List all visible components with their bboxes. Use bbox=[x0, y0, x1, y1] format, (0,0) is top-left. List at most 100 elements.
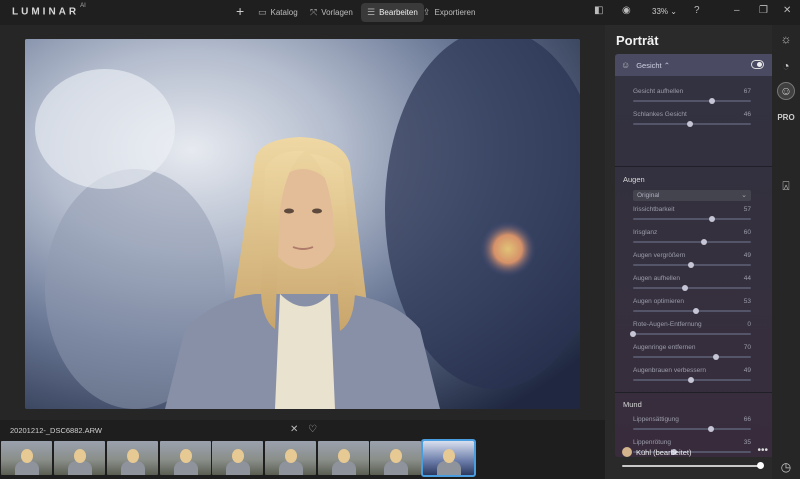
slider-row[interactable]: Rote-Augen-Entfernung 0 bbox=[630, 321, 751, 337]
slider-row[interactable]: Irissichtbarkeit 57 bbox=[633, 206, 751, 222]
slider-knob[interactable] bbox=[686, 121, 693, 127]
slider-value: 57 bbox=[743, 206, 751, 213]
templates-icon: ⤧ bbox=[310, 7, 318, 17]
slider-label: Augen aufhellen bbox=[633, 275, 680, 282]
panel-title: Porträt bbox=[616, 33, 659, 48]
slider-value: 46 bbox=[743, 111, 751, 118]
slider-track[interactable] bbox=[633, 356, 751, 358]
slider-track[interactable] bbox=[633, 241, 751, 243]
slider-value: 70 bbox=[743, 344, 751, 351]
chevron-down-icon: ⌄ bbox=[741, 192, 747, 199]
slider-row[interactable]: Augen aufhellen 44 bbox=[633, 275, 751, 291]
tool-name: Gesicht ⌃ bbox=[636, 60, 671, 70]
pro-tools-icon[interactable]: PRO bbox=[777, 108, 795, 126]
slider-knob[interactable] bbox=[681, 285, 688, 291]
filmstrip-thumbnail[interactable] bbox=[265, 441, 316, 475]
slider-label: Augenringe entfernen bbox=[633, 344, 696, 351]
filmstrip-thumbnail[interactable] bbox=[318, 441, 369, 475]
slider-label: Rote-Augen-Entfernung bbox=[633, 321, 702, 328]
preset-amount-track[interactable] bbox=[622, 465, 760, 467]
slider-knob[interactable] bbox=[700, 239, 707, 245]
eyes-preset-select[interactable]: Original ⌄ bbox=[633, 190, 751, 201]
filmstrip-thumbnail[interactable] bbox=[160, 441, 211, 475]
filename-label: 20201212-_DSC6882.ARW bbox=[10, 426, 103, 435]
slider-label: Irisglanz bbox=[633, 229, 658, 236]
slider-label: Schlankes Gesicht bbox=[633, 111, 687, 118]
slider-row[interactable]: Irisglanz 60 bbox=[633, 229, 751, 245]
filmstrip-thumbnail-selected[interactable] bbox=[421, 439, 476, 477]
filmstrip-thumbnail[interactable] bbox=[212, 441, 263, 475]
slider-row[interactable]: Schlankes Gesicht 46 bbox=[633, 111, 751, 127]
sun-light-icon[interactable]: ☼ bbox=[777, 30, 795, 48]
slider-knob[interactable] bbox=[687, 377, 694, 383]
help-icon[interactable]: ? bbox=[694, 5, 700, 16]
slider-row[interactable]: Augenringe entfernen 70 bbox=[633, 344, 751, 360]
face-tool-header[interactable]: ☺ Gesicht ⌃ bbox=[615, 54, 774, 76]
slider-value: 49 bbox=[743, 252, 751, 259]
more-options-icon[interactable]: ••• bbox=[757, 445, 768, 456]
tool-scroll-area[interactable]: ☺ Gesicht ⌃ Gesicht aufhellen 67 Schlankes… bbox=[615, 54, 774, 457]
slider-label: Augenbrauen verbessern bbox=[633, 367, 706, 374]
slider-row[interactable]: Augen optimieren 53 bbox=[633, 298, 751, 314]
preset-amount-knob[interactable] bbox=[757, 462, 764, 469]
palette-icon[interactable]: ◔ bbox=[777, 57, 795, 75]
preset-name[interactable]: Kühl (bearbeitet) bbox=[636, 448, 691, 457]
slider-knob[interactable] bbox=[709, 98, 716, 104]
slider-row[interactable]: Gesicht aufhellen 67 bbox=[633, 88, 751, 104]
folder-icon: ▭ bbox=[258, 7, 267, 17]
preset-avatar bbox=[622, 447, 632, 457]
divider bbox=[615, 166, 774, 167]
portrait-face-icon[interactable]: ☺ bbox=[777, 82, 795, 100]
reject-icon[interactable]: ✕ bbox=[290, 424, 298, 435]
slider-knob[interactable] bbox=[709, 216, 716, 222]
slider-label: Gesicht aufhellen bbox=[633, 88, 684, 95]
eye-icon[interactable]: ◉ bbox=[622, 5, 631, 16]
minimize-icon[interactable]: – bbox=[734, 5, 740, 16]
filmstrip-thumbnail[interactable] bbox=[1, 441, 52, 475]
mouth-section-title: Mund bbox=[623, 400, 642, 409]
filmstrip: 20201212-_DSC6882.ARW ✕ ♡ bbox=[0, 420, 605, 479]
nav-katalog[interactable]: ▭ Katalog bbox=[252, 3, 304, 22]
slider-knob[interactable] bbox=[692, 308, 699, 314]
slider-value: 60 bbox=[743, 229, 751, 236]
favorite-heart-icon[interactable]: ♡ bbox=[308, 424, 317, 435]
close-icon[interactable]: ✕ bbox=[783, 5, 791, 16]
slider-knob[interactable] bbox=[630, 331, 636, 337]
tool-rail: ☼ ◔ ☺ PRO ⍓ ◷ bbox=[772, 25, 800, 479]
slider-label: Augen optimieren bbox=[633, 298, 684, 305]
slider-value: 49 bbox=[743, 367, 751, 374]
slider-value: 53 bbox=[743, 298, 751, 305]
filmstrip-thumbnail[interactable] bbox=[370, 441, 421, 475]
slider-value: 0 bbox=[747, 321, 751, 328]
slider-row[interactable]: Augen vergrößern 49 bbox=[633, 252, 751, 268]
slider-track[interactable] bbox=[633, 428, 751, 430]
filmstrip-thumbnail[interactable] bbox=[54, 441, 105, 475]
slider-knob[interactable] bbox=[707, 426, 714, 432]
creative-icon[interactable]: ⍓ bbox=[777, 177, 795, 195]
slider-track[interactable] bbox=[633, 218, 751, 220]
face-icon: ☺ bbox=[621, 60, 631, 70]
nav-bearbeiten[interactable]: ☰ Bearbeiten bbox=[361, 3, 424, 22]
nav-vorlagen[interactable]: ⤧ Vorlagen bbox=[304, 3, 359, 22]
divider bbox=[615, 392, 774, 393]
eyes-section-title: Augen bbox=[623, 175, 645, 184]
slider-track[interactable] bbox=[633, 287, 751, 289]
restore-icon[interactable]: ❐ bbox=[759, 5, 768, 16]
top-bar: LUMINARAI + ▭ Katalog ⤧ Vorlagen ☰ Bearb… bbox=[0, 0, 800, 25]
main-photo[interactable] bbox=[25, 39, 580, 409]
nav-exportieren[interactable]: ⇪ Exportieren bbox=[417, 3, 481, 22]
slider-track[interactable] bbox=[633, 100, 751, 102]
zoom-level[interactable]: 33% ⌄ bbox=[652, 7, 677, 16]
slider-row[interactable]: Augenbrauen verbessern 49 bbox=[633, 367, 751, 383]
history-clock-icon[interactable]: ◷ bbox=[777, 458, 795, 476]
slider-track[interactable] bbox=[633, 333, 751, 335]
compare-icon[interactable]: ◧ bbox=[594, 5, 603, 16]
slider-label: Augen vergrößern bbox=[633, 252, 686, 259]
slider-knob[interactable] bbox=[712, 354, 719, 360]
export-icon: ⇪ bbox=[423, 7, 431, 17]
add-button[interactable]: + bbox=[236, 3, 244, 19]
slider-row[interactable]: Lippensättigung 66 bbox=[633, 416, 751, 432]
tool-toggle[interactable] bbox=[751, 60, 764, 69]
slider-knob[interactable] bbox=[687, 262, 694, 268]
filmstrip-thumbnail[interactable] bbox=[107, 441, 158, 475]
